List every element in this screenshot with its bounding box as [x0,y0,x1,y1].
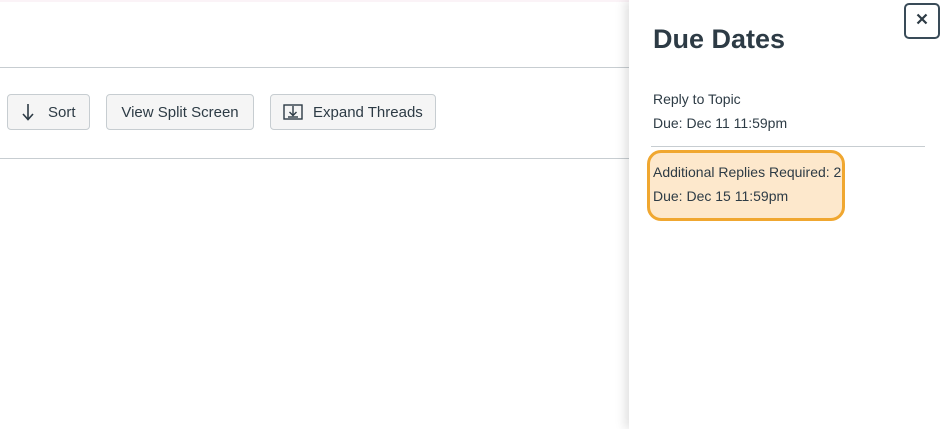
tray-divider [651,146,925,147]
sort-label: Sort [48,103,76,121]
view-split-screen-button[interactable]: View Split Screen [106,94,254,130]
due-date-item: Reply to Topic Due: Dec 11 11:59pm [653,87,787,135]
divider-bottom [0,158,630,159]
tray-title: Due Dates [653,24,786,54]
expand-threads-icon [283,103,303,121]
divider-top [0,67,630,68]
due-item-date: Due: Dec 15 11:59pm [653,188,789,204]
arrow-down-icon [22,103,34,121]
split-screen-label: View Split Screen [121,103,239,121]
due-item-date: Due: Dec 11 11:59pm [653,115,788,131]
discussion-toolbar: Sort View Split Screen Expand Threads [7,94,436,130]
sort-button[interactable]: Sort [7,94,90,130]
due-item-label: Additional Replies Required: 2 [653,164,842,180]
due-dates-tray: Due Dates Reply to Topic Due: Dec 11 11:… [629,0,946,429]
page: Sort View Split Screen Expand Threads Du… [0,0,946,429]
expand-threads-button[interactable]: Expand Threads [270,94,436,130]
close-button[interactable] [904,3,940,39]
close-icon [916,12,928,30]
due-item-label: Reply to Topic [653,91,741,107]
due-date-item: Additional Replies Required: 2 Due: Dec … [653,160,841,208]
expand-threads-label: Expand Threads [313,103,423,121]
